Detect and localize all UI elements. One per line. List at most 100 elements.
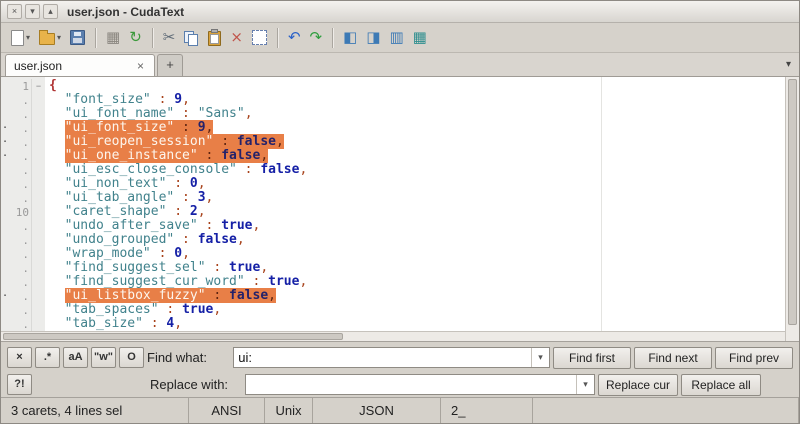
fold-column (31, 135, 45, 149)
replace-toggles: ?! (7, 374, 147, 395)
code-area[interactable]: { "font_size" : 9, "ui_font_name" : "San… (45, 77, 785, 341)
replace-input-combo: ▾ (245, 374, 595, 395)
selection-highlight: "ui_font_size" : 9, (64, 120, 214, 135)
paste-button[interactable] (204, 25, 225, 51)
maximize-window-button[interactable]: ▴ (43, 4, 58, 19)
code-line: "ui_non_text" : 0, (64, 176, 206, 191)
regex-toggle-button[interactable]: .* (35, 347, 60, 368)
code-line: "undo_after_save" : true, (64, 218, 261, 233)
code-line: "wrap_mode" : 0, (64, 246, 190, 261)
new-tab-button[interactable]: + (157, 54, 183, 76)
confirm-replace-button[interactable]: ?! (7, 374, 32, 395)
caret-marker: ▪ (3, 153, 7, 159)
title-bar[interactable]: × ▾ ▴ user.json - CudaText (1, 1, 799, 23)
find-next-button[interactable]: Find next (634, 346, 712, 369)
fold-column (31, 149, 45, 163)
line-number: . (22, 163, 29, 177)
horizontal-scrollbar-thumb[interactable] (3, 333, 343, 340)
statusbar-tab-info[interactable]: 2_ (441, 398, 533, 423)
cut-button[interactable]: ✂ (159, 25, 180, 51)
hex-view-button[interactable]: ▦ (102, 25, 124, 51)
word-toggle-button[interactable]: "w" (91, 347, 116, 368)
caret-marker: ▪ (3, 125, 7, 131)
minimap-toggle-button[interactable]: ▥ (385, 25, 407, 51)
vertical-scrollbar[interactable] (785, 77, 799, 341)
find-history-arrow-icon[interactable]: ▾ (531, 348, 549, 367)
wrapped-toggle-button[interactable]: O (119, 347, 144, 368)
toolbar-separator (151, 27, 154, 48)
replace-all-button[interactable]: Replace all (681, 373, 761, 396)
fold-column (31, 275, 45, 289)
gutter-line: . (1, 303, 45, 317)
find-toggles: × .* aA "w" O (7, 347, 144, 368)
code-line: "ui_listbox_fuzzy" : false, (49, 288, 785, 303)
gutter-line: . (1, 317, 45, 331)
fold-column (31, 163, 45, 177)
minimize-window-button[interactable]: ▾ (25, 4, 40, 19)
replace-input[interactable] (246, 375, 576, 394)
code-line: "font_size" : 9, (64, 92, 190, 107)
vertical-scrollbar-thumb[interactable] (788, 79, 797, 325)
gutter-line: . (1, 177, 45, 191)
statusbar-caret-info[interactable]: 3 carets, 4 lines sel (1, 398, 189, 423)
statusbar-lexer[interactable]: JSON (313, 398, 441, 423)
tab-user-json[interactable]: user.json × (5, 54, 155, 76)
fold-column (31, 219, 45, 233)
find-prev-button[interactable]: Find prev (715, 346, 793, 369)
gutter-line: ▪. (1, 135, 45, 149)
fold-column (31, 233, 45, 247)
bottom-panel-toggle-button[interactable]: ◨ (362, 25, 384, 51)
selection-highlight: "ui_listbox_fuzzy" : false, (64, 288, 276, 303)
cut-icon: ✂ (162, 28, 176, 46)
line-number: . (22, 261, 29, 275)
find-first-button[interactable]: Find first (553, 346, 631, 369)
window-buttons: × ▾ ▴ (7, 4, 61, 19)
editor[interactable]: 1−.. ▪. ▪. ▪.... 10..... ▪... { "font_size" :… (1, 77, 799, 341)
gutter-line: ▪. (1, 149, 45, 163)
selection-highlight: "ui_one_instance" : false, (64, 148, 269, 163)
close-window-button[interactable]: × (7, 4, 22, 19)
replace-cur-button[interactable]: Replace cur (598, 373, 678, 396)
fold-column (31, 107, 45, 121)
case-toggle-button[interactable]: aA (63, 347, 88, 368)
code-line: "ui_reopen_session" : false, (49, 134, 785, 149)
close-find-button[interactable]: × (7, 347, 32, 368)
line-number: . (22, 93, 29, 107)
line-number: . (22, 107, 29, 121)
reload-file-button[interactable]: ↻ (125, 25, 146, 51)
replace-row: ?! Replace with: ▾ Replace cur Replace a… (7, 372, 793, 397)
open-file-button[interactable]: ▾ (35, 25, 65, 51)
gutter-line: . (1, 219, 45, 233)
caret-marker: ▪ (3, 139, 7, 145)
statusbar-encoding[interactable]: ANSI (189, 398, 265, 423)
fold-column (31, 93, 45, 107)
dropdown-arrow-icon: ▾ (57, 33, 62, 42)
unprinted-toggle-button[interactable]: ▦ (409, 25, 431, 51)
open-file-icon (39, 30, 56, 45)
line-number: . (22, 219, 29, 233)
new-file-button[interactable]: ▾ (7, 25, 34, 51)
redo-button[interactable]: ↷ (306, 25, 327, 51)
delete-button[interactable]: × (226, 25, 247, 51)
line-number: . (22, 247, 29, 261)
save-file-button[interactable] (66, 25, 89, 51)
horizontal-scrollbar[interactable] (1, 331, 785, 341)
code-line: "tab_spaces" : true, (64, 302, 222, 317)
new-file-icon (11, 29, 24, 46)
hex-view-icon: ▦ (106, 28, 121, 46)
sidebar-toggle-button[interactable]: ◧ (339, 25, 361, 51)
undo-button[interactable]: ↶ (284, 25, 305, 51)
statusbar-filler (533, 398, 799, 423)
tab-close-icon[interactable]: × (135, 59, 146, 73)
select-all-button[interactable] (248, 25, 271, 51)
copy-button[interactable] (180, 25, 203, 51)
reload-file-icon: ↻ (129, 28, 142, 46)
replace-history-arrow-icon[interactable]: ▾ (576, 375, 594, 394)
selection-highlight: "ui_reopen_session" : false, (64, 134, 284, 149)
toolbar-separator (276, 27, 279, 48)
find-input[interactable] (234, 348, 531, 367)
code-line: "find_suggest_sel" : true, (64, 260, 269, 275)
delete-icon: × (230, 28, 243, 46)
tab-list-arrow-icon[interactable]: ▾ (786, 59, 791, 70)
statusbar-line-endings[interactable]: Unix (265, 398, 313, 423)
